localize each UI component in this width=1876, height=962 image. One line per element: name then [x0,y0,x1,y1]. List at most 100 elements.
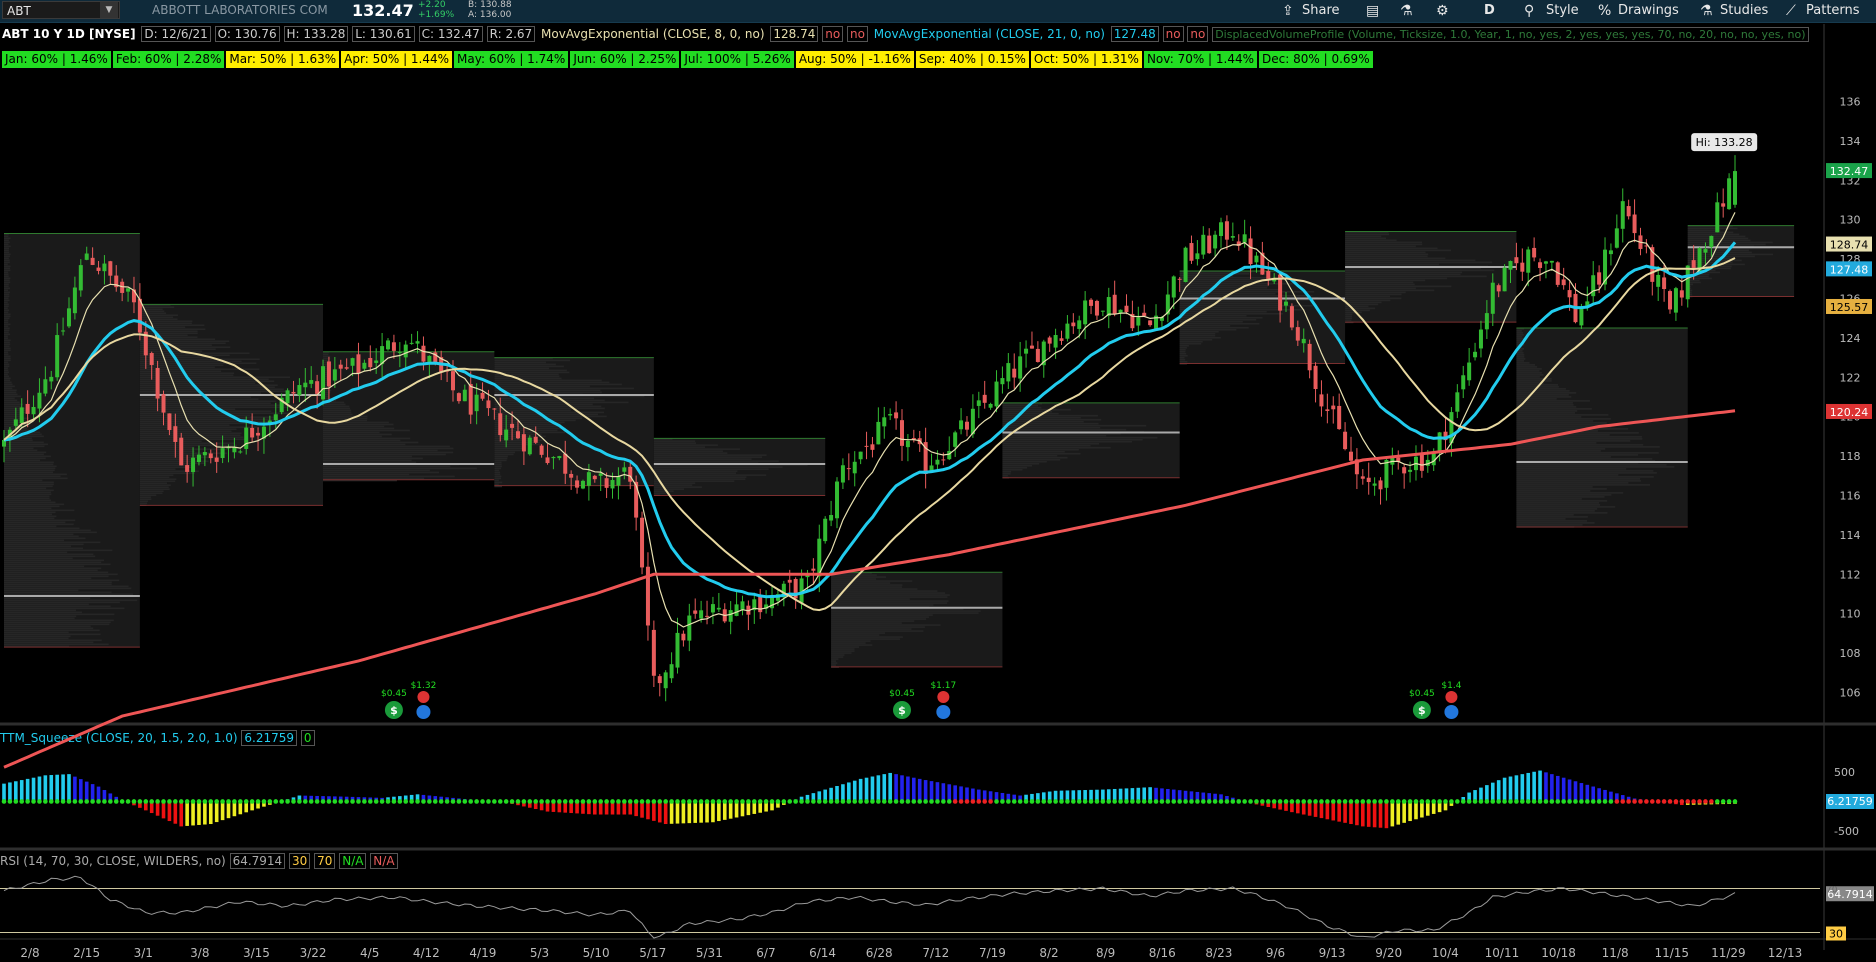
date-tick-label: 10/4 [1432,946,1459,960]
patterns-icon[interactable]: ⟋ [1786,2,1796,20]
drawings-button[interactable]: Drawings [1618,2,1679,20]
candle-body [899,420,904,446]
squeeze-dot [509,799,515,804]
volume-profile-bar [323,431,380,434]
volume-profile-label[interactable]: DisplacedVolumeProfile (Volume, Ticksize… [1212,27,1809,42]
rsi-label[interactable]: RSI (14, 70, 30, CLOSE, WILDERS, no) [0,854,226,868]
volume-profile-bar [831,614,933,616]
volume-profile-bar [1516,502,1600,504]
squeeze-bar [1307,801,1312,816]
candle-body [1219,222,1224,237]
style-button[interactable]: Style [1546,2,1579,20]
volume-profile-box [831,572,1003,667]
squeeze-dot [586,799,592,804]
style-icon[interactable]: ⚲ [1524,2,1534,20]
squeeze-bar [569,801,573,814]
squeeze-bar [303,795,308,802]
volume-profile-bar [831,590,938,592]
drawings-icon[interactable]: % [1598,2,1611,20]
volume-profile-bar [139,306,175,309]
volume-profile-bar [4,513,53,516]
squeeze-bar [1485,785,1489,802]
share-icon[interactable]: ⇪ [1282,2,1294,20]
close-readout: C: 132.47 [418,26,483,42]
squeeze-bar [1284,801,1288,811]
volume-profile-bar [831,580,913,582]
company-name: ABBOTT LABORATORIES COM [152,3,328,17]
volume-profile-bar [4,557,73,560]
candle-body [226,446,231,449]
dividend-label: $0.45 [889,689,915,699]
gear-icon[interactable]: ⚙ [1436,2,1449,20]
squeeze-dot [1159,799,1165,804]
squeeze-bar [1272,801,1276,809]
volume-profile-bar [1002,454,1058,457]
volume-profile-bar [494,371,570,374]
volume-profile-bar [494,383,622,386]
interval-button[interactable]: D [1484,2,1495,20]
volume-profile-bar [139,426,257,429]
volume-profile-bar [4,249,9,252]
volume-profile-bar [1345,239,1397,242]
candle-body [888,414,893,416]
volume-profile-bar [494,413,599,416]
ema21-label[interactable]: MovAvgExponential (CLOSE, 21, 0, no) [872,27,1107,41]
price-chart[interactable]: 1061081101121141161181201221241261281301… [0,0,1876,962]
volume-profile-bar [139,376,291,379]
squeeze-bar [711,801,715,823]
candle-body [386,340,391,350]
candle-body [1461,375,1466,390]
squeeze-dot [450,799,456,804]
squeeze-bar [149,801,154,814]
price-tick-label: 110 [1840,608,1861,621]
volume-profile-bar [1516,432,1639,434]
rsi-os: 70 [314,853,336,869]
squeeze-dot [710,799,716,804]
squeeze-bar [1278,801,1282,810]
squeeze-dot [1508,799,1513,804]
volume-profile-bar [4,591,112,594]
candle-body [1508,261,1513,270]
squeeze-bar [971,788,975,802]
candle-body [356,354,361,374]
share-button[interactable]: Share [1302,2,1340,20]
squeeze-dot [881,799,887,804]
volume-profile-bar [4,467,56,470]
volume-profile-bar [323,393,330,396]
volume-profile-bar [139,304,171,307]
volume-profile-bar [139,484,171,487]
flask-icon[interactable]: ⚗ [1400,2,1413,20]
volume-profile-bar [4,449,38,452]
patterns-button[interactable]: Patterns [1806,2,1860,20]
candle-body [1207,235,1212,254]
volume-profile-bar [494,373,559,376]
volume-profile-bar [4,565,85,568]
volume-profile-bar [1687,255,1755,258]
calendar-icon[interactable]: ▤ [1366,2,1379,20]
volume-profile-bar [1516,490,1591,492]
ema8-label[interactable]: MovAvgExponential (CLOSE, 8, 0, no) [539,27,767,41]
studies-icon[interactable]: ⚗ [1700,2,1713,20]
studies-button[interactable]: Studies [1720,2,1768,20]
candle-body [1419,455,1424,471]
candle-body [563,453,568,474]
volume-profile-bar [139,478,177,481]
candle-body [610,480,615,489]
squeeze-bar [480,800,485,802]
volume-profile-bar [4,251,10,254]
candle-body [876,421,881,445]
volume-profile-bar [1179,344,1189,347]
rsi-line [3,875,1736,939]
squeeze-dot [846,799,852,804]
squeeze-dot [13,799,19,804]
symbol-dropdown-icon[interactable]: ▼ [100,2,118,18]
price-tag [1826,403,1872,419]
date-tick-label: 9/6 [1266,946,1285,960]
volume-profile-bar [1516,436,1642,438]
volume-profile-bar [1002,428,1127,431]
squeeze-label[interactable]: TTM_Squeeze (CLOSE, 20, 1.5, 2.0, 1.0) [0,731,238,745]
volume-profile-bar [1516,418,1611,420]
squeeze-bar [67,774,71,802]
chart-title: ABT 10 Y 1D [NYSE] [2,27,136,41]
candle-body [1029,345,1034,349]
